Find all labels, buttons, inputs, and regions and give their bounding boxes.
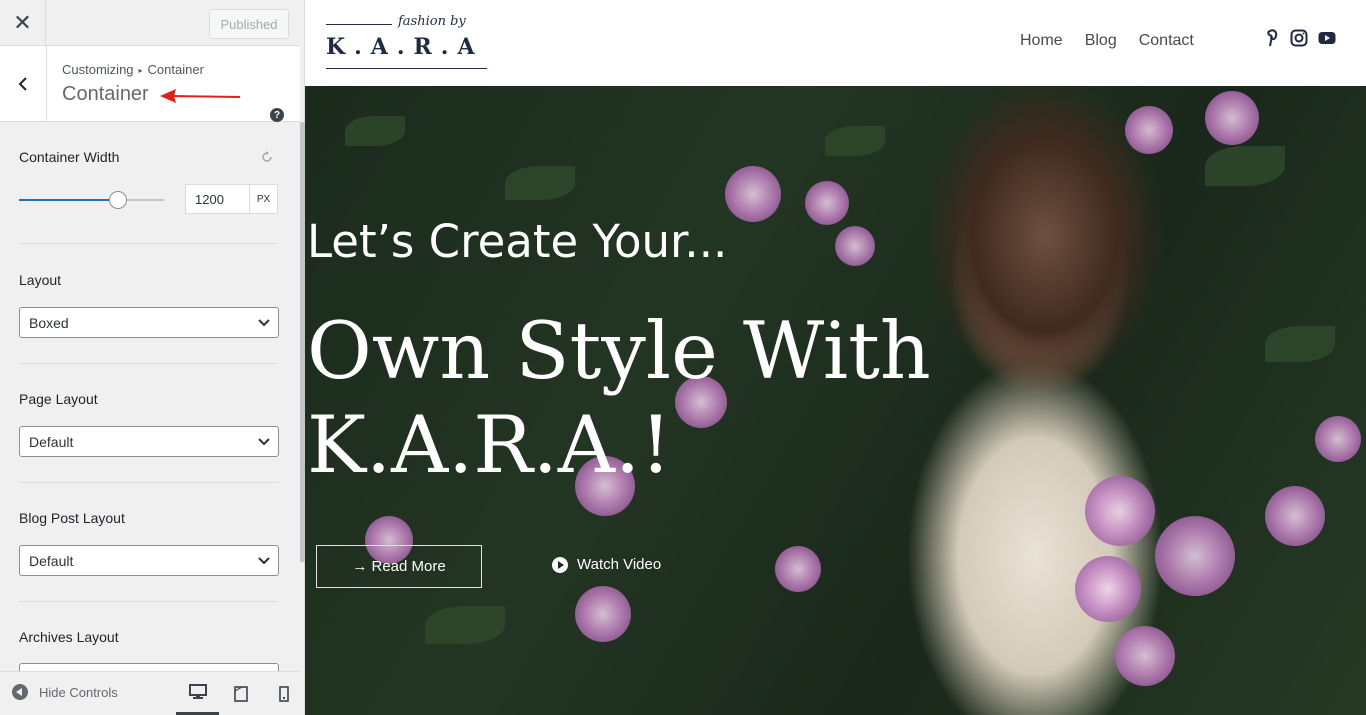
site-logo[interactable]: fashion by K.A.R.A	[326, 14, 488, 72]
logo-script: fashion by	[398, 14, 466, 29]
archives-layout-select[interactable]	[19, 663, 279, 671]
flower-decoration	[805, 181, 849, 225]
blog-post-layout-select[interactable]: Default	[19, 545, 279, 576]
unit-label: PX	[249, 184, 278, 214]
main-nav: Home Blog Contact	[1020, 32, 1216, 50]
breadcrumb-current: Container	[147, 62, 204, 77]
container-width-input[interactable]: 1200	[185, 184, 250, 214]
controls-list: Container Width 1200 PX Layout Boxed Pag…	[0, 122, 300, 671]
flower-decoration	[1085, 476, 1155, 546]
flower-decoration	[1265, 486, 1325, 546]
nav-blog[interactable]: Blog	[1085, 32, 1117, 50]
help-icon[interactable]: ?	[270, 108, 284, 122]
flower-decoration	[575, 586, 631, 642]
flower-decoration	[1155, 516, 1235, 596]
breadcrumb-root: Customizing	[62, 62, 134, 77]
hero-subheading: Let’s Create Your...	[307, 215, 728, 268]
leaf-decoration	[1265, 326, 1335, 362]
flower-decoration	[1205, 91, 1259, 145]
flower-decoration	[1315, 416, 1361, 462]
hide-controls-button[interactable]: Hide Controls	[12, 684, 118, 700]
annotation-arrow-icon	[160, 89, 241, 103]
social-links	[1262, 29, 1346, 47]
page-layout-select[interactable]: Default	[19, 426, 279, 457]
logo-rule	[326, 68, 487, 69]
leaf-decoration	[825, 126, 885, 156]
blog-post-layout-select-value: Default	[29, 552, 74, 569]
customizer-panel: ✕ Published Customizing ▸ Container Contai…	[0, 0, 305, 715]
panel-header: ✕ Published	[0, 0, 300, 46]
hero-heading-line: Own Style With	[307, 305, 931, 397]
container-width-label: Container Width	[19, 149, 120, 165]
hero-heading: Own Style With K.A.R.A.!	[307, 304, 931, 492]
layout-label: Layout	[19, 272, 62, 288]
reset-icon[interactable]	[261, 151, 273, 163]
breadcrumb: Customizing ▸ Container	[62, 62, 204, 77]
tablet-preview-button[interactable]	[219, 672, 262, 715]
nav-home[interactable]: Home	[1020, 32, 1063, 50]
watch-video-button[interactable]: Watch Video	[552, 556, 661, 573]
logo-rule	[326, 24, 392, 25]
flower-decoration	[1115, 626, 1175, 686]
breadcrumb-separator-icon: ▸	[138, 66, 143, 75]
divider	[19, 363, 278, 364]
flower-decoration	[1075, 556, 1141, 622]
mobile-preview-button[interactable]	[262, 672, 305, 715]
leaf-decoration	[425, 606, 505, 644]
instagram-icon[interactable]	[1290, 29, 1308, 47]
flower-decoration	[775, 546, 821, 592]
logo-brand: K.A.R.A	[326, 34, 484, 60]
leaf-decoration	[345, 116, 405, 146]
divider	[19, 482, 278, 483]
flower-decoration	[1125, 106, 1173, 154]
chevron-down-icon	[258, 319, 270, 327]
hero-banner: Let’s Create Your... Own Style With K.A.…	[305, 86, 1366, 715]
tablet-icon	[233, 685, 248, 702]
section-header: Customizing ▸ Container Container ?	[0, 46, 300, 122]
site-preview: fashion by K.A.R.A Home Blog Contact Let…	[305, 0, 1366, 715]
chevron-left-icon	[18, 77, 27, 91]
divider	[19, 601, 278, 602]
flower-decoration	[835, 226, 875, 266]
page-layout-select-value: Default	[29, 433, 74, 450]
page-layout-label: Page Layout	[19, 391, 98, 407]
desktop-preview-button[interactable]	[176, 672, 219, 715]
site-header: fashion by K.A.R.A Home Blog Contact	[305, 0, 1366, 86]
slider-fill	[19, 199, 118, 201]
youtube-icon[interactable]	[1318, 29, 1336, 47]
close-button[interactable]: ✕	[0, 0, 46, 46]
layout-select[interactable]: Boxed	[19, 307, 279, 338]
container-width-slider[interactable]	[19, 199, 164, 201]
flower-decoration	[725, 166, 781, 222]
collapse-icon	[12, 684, 28, 700]
leaf-decoration	[1205, 146, 1285, 186]
nav-contact[interactable]: Contact	[1139, 32, 1194, 50]
read-more-button[interactable]: → Read More	[316, 545, 482, 588]
divider	[19, 243, 278, 244]
published-button[interactable]: Published	[209, 9, 289, 39]
panel-footer: Hide Controls	[0, 671, 300, 715]
chevron-down-icon	[258, 557, 270, 565]
desktop-icon	[188, 684, 207, 699]
leaf-decoration	[505, 166, 575, 200]
blog-post-layout-label: Blog Post Layout	[19, 510, 125, 526]
hide-controls-label: Hide Controls	[39, 684, 118, 700]
archives-layout-label: Archives Layout	[19, 629, 119, 645]
mobile-icon	[278, 685, 289, 702]
back-button[interactable]	[0, 46, 47, 122]
chevron-down-icon	[258, 438, 270, 446]
section-title: Container	[62, 83, 149, 105]
hero-heading-line: K.A.R.A.!	[307, 399, 672, 491]
slider-thumb[interactable]	[108, 191, 127, 209]
layout-select-value: Boxed	[29, 314, 69, 331]
watch-video-label: Watch Video	[577, 556, 662, 573]
pinterest-icon[interactable]	[1262, 29, 1280, 47]
play-icon	[552, 556, 568, 573]
